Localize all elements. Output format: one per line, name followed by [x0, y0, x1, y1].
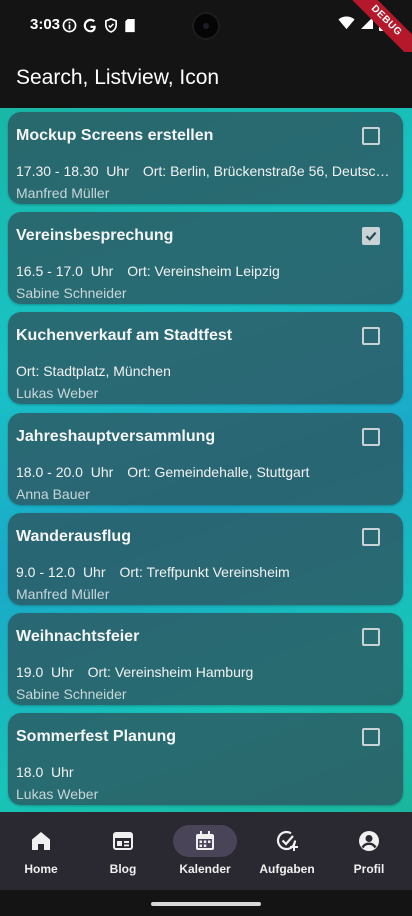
event-title: Weihnachtsfeier	[16, 628, 140, 645]
nav-label-kalender: Kalender	[179, 862, 231, 876]
checkbox-checked[interactable]	[362, 227, 380, 246]
event-time-unit: Uhr	[90, 263, 114, 280]
event-location: Ort: Treffpunkt Vereinsheim	[119, 563, 290, 580]
event-person: Anna Bauer	[16, 485, 90, 502]
wifi-icon	[338, 16, 355, 35]
event-card[interactable]: Vereinsbesprechung 16.5 - 17.0 Uhr Ort: Ve…	[8, 212, 403, 305]
event-location: Ort: Berlin, Brückenstraße 56, Deutschla…	[142, 163, 394, 179]
nav-item-kalender[interactable]: Kalender	[164, 812, 246, 890]
event-card[interactable]: Mockup Screens erstellen 17.30 - 18.30 Uh…	[8, 112, 403, 204]
event-time: 16.5 - 17.0	[16, 263, 83, 280]
nav-label-blog: Blog	[109, 862, 137, 876]
event-location: Ort: Stadtplatz, München	[16, 363, 171, 380]
nav-item-profil[interactable]: Profil	[328, 812, 410, 890]
checkbox[interactable]	[362, 527, 380, 546]
event-info: 19.0 Uhr Ort: Vereinsheim Hamburg	[16, 664, 394, 680]
event-time-unit: Uhr	[106, 163, 129, 179]
event-person: Sabine Schneider	[16, 285, 127, 302]
event-time-unit: Uhr	[82, 563, 106, 580]
event-info: 18.0 - 20.0 Uhr Ort: Gemeindehalle, Stutt…	[16, 464, 394, 480]
event-title: Kuchenverkauf am Stadtfest	[16, 327, 233, 345]
event-time-unit: Uhr	[51, 764, 74, 781]
event-time: 18.0	[16, 764, 44, 781]
event-time: 17.30 - 18.30	[16, 163, 99, 179]
checkbox[interactable]	[362, 628, 380, 646]
event-info: 18.0 Uhr	[16, 764, 394, 780]
event-card[interactable]: Sommerfest Planung 18.0 Uhr Lukas Weber	[8, 713, 403, 806]
event-person: Sabine Schneider	[16, 686, 127, 702]
status-bar: 3:03 DEBUG	[0, 0, 412, 70]
shield-icon	[104, 17, 118, 33]
checkbox[interactable]	[362, 427, 380, 446]
event-info: 17.30 - 18.30 Uhr Ort: Berlin, Brückenstr…	[16, 163, 394, 179]
event-card[interactable]: Weihnachtsfeier 19.0 Uhr Ort: Vereinsheim …	[8, 613, 403, 705]
checkbox[interactable]	[362, 127, 380, 145]
check-icon	[365, 232, 377, 242]
checkbox[interactable]	[362, 327, 380, 346]
home-icon	[32, 832, 50, 850]
event-info: Ort: Stadtplatz, München	[16, 363, 394, 379]
app-bar: Search, Listview, Icon	[0, 52, 412, 108]
event-title: Sommerfest Planung	[16, 728, 177, 746]
sim-card-icon	[124, 18, 136, 33]
event-time: 18.0 - 20.0	[16, 463, 83, 480]
status-time: 3:03	[30, 16, 61, 33]
event-card[interactable]: Kuchenverkauf am Stadtfest Ort: Stadtplat…	[8, 312, 403, 405]
task-add-icon	[276, 830, 298, 851]
google-icon	[83, 18, 98, 33]
front-camera	[194, 14, 218, 38]
blog-icon	[113, 832, 133, 850]
event-location: Ort: Vereinsheim Leipzig	[127, 263, 280, 280]
event-info: 9.0 - 12.0 Uhr Ort: Treffpunkt Vereinshei…	[16, 564, 394, 580]
event-title: Wanderausflug	[16, 527, 131, 545]
event-person: Lukas Weber	[16, 385, 99, 402]
event-time-unit: Uhr	[51, 664, 74, 680]
event-person: Lukas Weber	[16, 786, 99, 803]
event-list-area[interactable]: Mockup Screens erstellen 17.30 - 18.30 Uh…	[0, 108, 412, 812]
nav-label-aufgaben: Aufgaben	[259, 862, 315, 876]
nav-item-aufgaben[interactable]: Aufgaben	[246, 812, 328, 890]
event-title: Jahreshauptversammlung	[16, 427, 216, 445]
checkbox[interactable]	[362, 728, 380, 747]
nav-item-home[interactable]: Home	[0, 812, 82, 890]
calendar-icon	[196, 831, 214, 850]
bottom-navigation: Home Blog Kalender Aufgaben Profil	[0, 812, 412, 890]
account-icon	[359, 831, 379, 851]
event-person: Manfred Müller	[16, 185, 110, 201]
nav-label-home: Home	[24, 862, 58, 876]
event-location: Ort: Gemeindehalle, Stuttgart	[127, 463, 310, 480]
event-location: Ort: Vereinsheim Hamburg	[87, 664, 254, 680]
event-info: 16.5 - 17.0 Uhr Ort: Vereinsheim Leipzig	[16, 263, 394, 279]
event-time: 9.0 - 12.0	[16, 563, 76, 580]
nav-label-profil: Profil	[353, 862, 385, 876]
event-time: 19.0	[16, 664, 44, 680]
page-title: Search, Listview, Icon	[16, 66, 220, 89]
home-indicator[interactable]	[151, 902, 261, 906]
event-title: Mockup Screens erstellen	[16, 127, 214, 144]
event-card[interactable]: Jahreshauptversammlung 18.0 - 20.0 Uhr Ort…	[8, 412, 403, 505]
nav-item-blog[interactable]: Blog	[82, 812, 164, 890]
gesture-bar	[0, 890, 412, 916]
info-icon	[62, 18, 77, 33]
event-time-unit: Uhr	[90, 463, 114, 480]
event-card[interactable]: Wanderausflug 9.0 - 12.0 Uhr Ort: Treffpun…	[8, 512, 403, 605]
event-title: Vereinsbesprechung	[16, 227, 174, 245]
event-person: Manfred Müller	[16, 585, 110, 602]
